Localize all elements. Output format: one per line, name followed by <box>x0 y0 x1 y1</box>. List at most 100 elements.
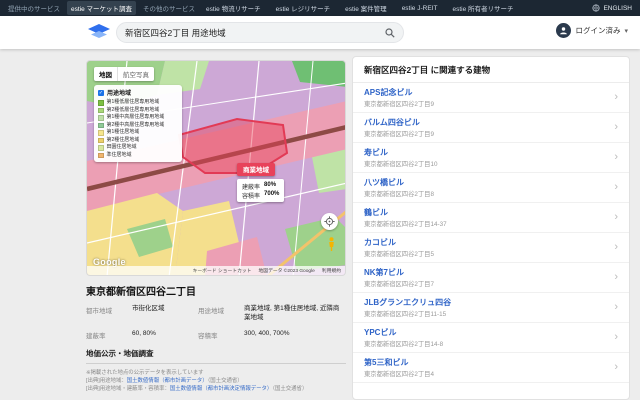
search-icon[interactable] <box>385 28 395 38</box>
legend-title: 用途地域 <box>107 88 131 97</box>
user-icon <box>559 26 568 35</box>
chevron-right-icon: › <box>608 272 618 283</box>
building-list-item[interactable]: 寿ビル東京都新宿区四谷2丁目10 › <box>353 143 629 173</box>
login-status-label: ログイン済み <box>575 25 620 36</box>
legend-swatch <box>98 130 104 136</box>
building-address: 東京都新宿区四谷2丁目10 <box>364 159 608 168</box>
building-address: 東京都新宿区四谷2丁目7 <box>364 279 608 288</box>
legend-checkbox[interactable]: ✓ <box>98 90 104 96</box>
search-input[interactable] <box>125 28 385 38</box>
nav-tab-deals[interactable]: estie 案件管理 <box>341 1 391 15</box>
legend-item: 第2種住居地域 <box>98 137 178 145</box>
legend-label: 第1種住居地域 <box>107 129 140 137</box>
nav-tab-jreit[interactable]: estie J-REIT <box>398 3 442 14</box>
building-list-item[interactable]: NK第7ビル東京都新宿区四谷2丁目7 › <box>353 263 629 293</box>
building-address: 東京都新宿区四谷2丁目8 <box>364 189 608 198</box>
zone-ratios-box: 建蔽率 80% 容積率 700% <box>237 179 284 202</box>
footnotes: ※掲載された地点の公示データを表示しています [出典]用途地域：国土数値情報（都… <box>86 369 346 394</box>
legend-item: 田園住居地域 <box>98 144 178 152</box>
chevron-right-icon: › <box>608 362 618 373</box>
account-menu[interactable]: ログイン済み ▾ <box>556 23 628 38</box>
area-title: 東京都新宿区四谷二丁目 <box>86 283 346 298</box>
keyboard-shortcuts-link[interactable]: キーボード ショートカット <box>193 267 252 274</box>
app-header: ログイン済み ▾ <box>0 16 640 49</box>
building-name-link[interactable]: 寿ビル <box>364 148 608 158</box>
map-attribution: キーボード ショートカット 地図データ ©2023 Google 利用規約 <box>87 266 345 275</box>
related-buildings-panel: 新宿区四谷2丁目 に関連する建物 APS記念ビル東京都新宿区四谷2丁目9 › バ… <box>352 56 630 400</box>
building-name-link[interactable]: NK第7ビル <box>364 268 608 278</box>
far-row-label: 容積率 <box>198 330 244 340</box>
bcr-row-value: 60, 80% <box>132 330 198 339</box>
legend-item: 第1種住居地域 <box>98 129 178 137</box>
building-name-link[interactable]: JLBグランエクリュ四谷 <box>364 298 608 308</box>
building-address: 東京都新宿区四谷2丁目9 <box>364 129 608 138</box>
map-data-credit: 地図データ ©2023 Google <box>258 267 314 274</box>
building-list-item[interactable]: JLBグランエクリュ四谷東京都新宿区四谷2丁目11-15 › <box>353 293 629 323</box>
nav-tab-logistics[interactable]: estie 物流リサーチ <box>202 1 265 15</box>
top-nav-bar: 提供中のサービス estie マーケット調査 その他のサービス estie 物流… <box>0 0 640 16</box>
footnote-source-1: [出典]用途地域：国土数値情報（都市計画データ）（国土交通省） <box>86 377 346 385</box>
building-list-item[interactable]: 第5三和ビル東京都新宿区四谷2丁目4 › <box>353 353 629 383</box>
building-list-item[interactable]: カコビル東京都新宿区四谷2丁目5 › <box>353 233 629 263</box>
estie-logo[interactable] <box>88 24 110 46</box>
chevron-down-icon: ▾ <box>624 27 628 35</box>
building-name-link[interactable]: 第5三和ビル <box>364 358 608 368</box>
nav-tab-residential[interactable]: estie レジリサーチ <box>272 1 335 15</box>
avatar <box>556 23 571 38</box>
locate-button[interactable] <box>321 213 338 230</box>
pegman-icon[interactable] <box>327 237 336 257</box>
map-type-satellite-button[interactable]: 航空写真 <box>117 67 154 81</box>
building-address: 東京都新宿区四谷2丁目9 <box>364 99 608 108</box>
nav-group-label-current: 提供中のサービス <box>8 3 60 13</box>
search-bar[interactable] <box>116 22 404 43</box>
city-area-label: 都市地域 <box>86 305 132 315</box>
building-list-item[interactable]: 鶴ビル東京都新宿区四谷2丁目14-37 › <box>353 203 629 233</box>
chevron-right-icon: › <box>608 92 618 103</box>
nav-tab-owner-research[interactable]: estie 所有者リサーチ <box>448 1 517 15</box>
source1-link[interactable]: 国土数値情報（都市計画データ） <box>127 378 208 384</box>
nav-tab-market-research[interactable]: estie マーケット調査 <box>67 1 136 15</box>
city-area-value: 市街化区域 <box>132 305 198 314</box>
building-list-item[interactable]: 八ツ橋ビル東京都新宿区四谷2丁目8 › <box>353 173 629 203</box>
legend-label: 第1種中高層住居専用地域 <box>107 114 165 122</box>
legend-item: 第2種低層住居専用地域 <box>98 107 178 115</box>
legend-swatch <box>98 123 104 129</box>
use-district-value: 商業地域, 第1種住居地域, 近隣商業地域 <box>244 305 340 323</box>
chevron-right-icon: › <box>608 122 618 133</box>
bcr-row-label: 建蔽率 <box>86 330 132 340</box>
building-address: 東京都新宿区四谷2丁目11-15 <box>364 309 608 318</box>
legend-item: 第1種中高層住居専用地域 <box>98 114 178 122</box>
zone-info-popup: 商業地域 建蔽率80% 容積率700% <box>237 159 284 202</box>
bcr-label: 建蔽率 <box>242 182 260 191</box>
far-label: 容積率 <box>242 191 260 200</box>
chevron-right-icon: › <box>608 182 618 193</box>
building-list-item[interactable]: APS記念ビル東京都新宿区四谷2丁目9 › <box>353 83 629 113</box>
bcr-value: 80% <box>264 182 276 191</box>
building-list-item[interactable]: バルム四谷ビル東京都新宿区四谷2丁目9 › <box>353 113 629 143</box>
zoning-map-card: 地図 航空写真 ✓ 用途地域 第1種低層住居専用地域 第2種低層住居専用地域 第… <box>86 60 346 276</box>
source2-link[interactable]: 国土数値情報（都市計画決定情報データ） <box>170 386 272 392</box>
source1-suffix: （国土交通省） <box>208 378 243 384</box>
building-address: 東京都新宿区四谷2丁目5 <box>364 249 608 258</box>
building-name-link[interactable]: カコビル <box>364 238 608 248</box>
use-district-label: 用途地域 <box>198 305 244 315</box>
building-name-link[interactable]: APS記念ビル <box>364 88 608 98</box>
map-type-map-button[interactable]: 地図 <box>94 67 117 81</box>
building-name-link[interactable]: 八ツ橋ビル <box>364 178 608 188</box>
legend-label: 第1種低層住居専用地域 <box>107 99 160 107</box>
land-price-section-title: 地価公示・地価調査 <box>86 348 346 364</box>
building-name-link[interactable]: バルム四谷ビル <box>364 118 608 128</box>
terms-link[interactable]: 利用規約 <box>322 267 341 274</box>
legend-item: 第1種低層住居専用地域 <box>98 99 178 107</box>
far-value: 700% <box>264 191 279 200</box>
language-switch[interactable]: ENGLISH <box>592 4 632 12</box>
building-name-link[interactable]: 鶴ビル <box>364 208 608 218</box>
building-list-item[interactable]: YPCビル東京都新宿区四谷2丁目14-8 › <box>353 323 629 353</box>
building-name-link[interactable]: YPCビル <box>364 328 608 338</box>
map-type-toggle: 地図 航空写真 <box>94 67 154 81</box>
crosshair-icon <box>324 216 335 227</box>
globe-icon <box>592 4 600 12</box>
footnote-note: ※掲載された地点の公示データを表示しています <box>86 369 346 377</box>
legend-label: 準住居地域 <box>107 152 132 160</box>
source2-suffix: （国土交通省） <box>272 386 307 392</box>
